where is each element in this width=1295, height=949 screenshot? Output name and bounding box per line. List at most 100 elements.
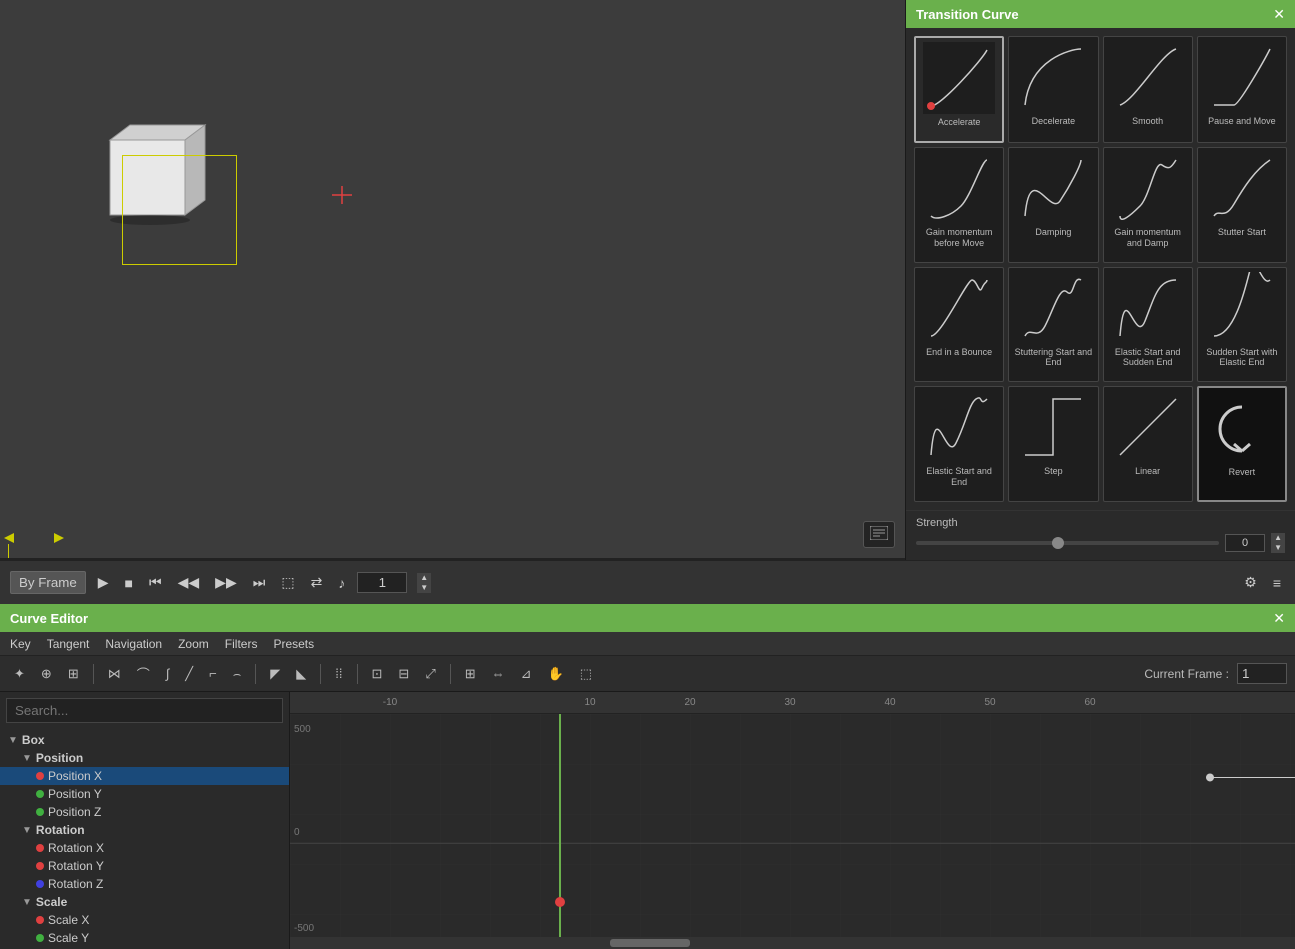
audio-button[interactable]: ♪ (334, 573, 349, 593)
first-frame-button[interactable]: ⏮ (145, 572, 166, 593)
curve-item-linear[interactable]: Linear (1103, 386, 1193, 502)
tool-tangent-break[interactable]: ⋈ (102, 663, 127, 685)
tree-label-scale-y: Scale Y (48, 931, 89, 945)
menu-item-presets[interactable]: Presets (273, 637, 314, 651)
curve-item-stutter-start-end[interactable]: Stuttering Start and End (1008, 267, 1098, 383)
tool-mirror[interactable]: ⇔ (486, 663, 511, 684)
curve-icon-sudden-elastic (1206, 272, 1278, 344)
tool-snap[interactable]: ⊞ (459, 663, 482, 685)
graph-area[interactable]: -10102030405060 500 0 -500 (290, 692, 1295, 949)
menu-item-tangent[interactable]: Tangent (47, 637, 90, 651)
bounce-button[interactable]: ⇄ (307, 572, 327, 593)
tree-item-box[interactable]: ▼Box (0, 731, 289, 749)
strength-spin[interactable]: ▲ ▼ (1271, 533, 1285, 553)
toolbar-sep-5 (450, 664, 451, 684)
tool-keys[interactable]: ⊿ (515, 663, 538, 685)
tool-select[interactable]: ✦ (8, 663, 31, 685)
tree-item-scale[interactable]: ▼Scale (0, 893, 289, 911)
transition-curve-grid: AccelerateDecelerateSmoothPause and Move… (906, 28, 1295, 510)
tool-tangent-auto[interactable]: ⌒ (131, 661, 156, 686)
tool-fit[interactable]: ⊡ (366, 663, 389, 685)
tool-flat[interactable]: ⌢ (227, 663, 248, 685)
curve-item-stutter-start[interactable]: Stutter Start (1197, 147, 1287, 263)
tree-item-rotation[interactable]: ▼Rotation (0, 821, 289, 839)
tree-label-rotation: Rotation (36, 823, 85, 837)
curve-item-gain-damp[interactable]: Gain momentum and Damp (1103, 147, 1193, 263)
tool-transform[interactable]: ⊕ (35, 663, 58, 685)
viewport-note-icon[interactable] (863, 521, 895, 548)
curve-search-input[interactable] (6, 698, 283, 723)
tree-dot-position-x (36, 772, 44, 780)
tool-tangent-smooth[interactable]: ∫ (160, 663, 176, 684)
play-button[interactable]: ▶ (94, 572, 113, 593)
tool-zoom-box[interactable]: ⬚ (574, 663, 598, 685)
menu-item-key[interactable]: Key (10, 637, 31, 651)
curve-editor-close-btn[interactable]: ✕ (1273, 610, 1285, 627)
prev-frame-button[interactable]: ◀◀ (174, 572, 204, 593)
curve-icon-end-bounce (923, 272, 995, 344)
ruler-tick-4: 30 (784, 697, 795, 708)
tree-item-scale-y[interactable]: Scale Y (0, 929, 289, 947)
curve-item-damping[interactable]: Damping (1008, 147, 1098, 263)
curve-item-decelerate[interactable]: Decelerate (1008, 36, 1098, 143)
curve-item-smooth[interactable]: Smooth (1103, 36, 1193, 143)
frame-number-input[interactable] (357, 572, 407, 593)
graph-scrollbar[interactable] (290, 937, 1295, 949)
stop-button[interactable]: ■ (121, 573, 137, 593)
curve-label-end-bounce: End in a Bounce (926, 347, 992, 358)
tree-label-scale: Scale (36, 895, 67, 909)
ruler-tick-3: 20 (684, 697, 695, 708)
tool-nodes[interactable]: ⁞⁞ (329, 663, 348, 684)
curve-label-stutter-start-end: Stuttering Start and End (1013, 347, 1093, 369)
curve-item-sudden-elastic[interactable]: Sudden Start with Elastic End (1197, 267, 1287, 383)
tree-item-rotation-x[interactable]: Rotation X (0, 839, 289, 857)
next-frame-button[interactable]: ▶▶ (211, 572, 241, 593)
menu-item-filters[interactable]: Filters (225, 637, 258, 651)
scrollbar-thumb[interactable] (610, 939, 690, 947)
tree-item-scale-x[interactable]: Scale X (0, 911, 289, 929)
curve-item-step[interactable]: Step (1008, 386, 1098, 502)
tree-label-rotation-z: Rotation Z (48, 877, 103, 891)
transition-close-btn[interactable]: ✕ (1273, 6, 1285, 23)
tree-item-rotation-y[interactable]: Rotation Y (0, 857, 289, 875)
strength-slider[interactable] (916, 541, 1219, 545)
pivot-crosshair (332, 186, 352, 207)
tool-ease-in[interactable]: ◤ (264, 663, 286, 685)
curve-item-end-bounce[interactable]: End in a Bounce (914, 267, 1004, 383)
tree-item-position-x[interactable]: Position X (0, 767, 289, 785)
curve-icon-damping (1017, 152, 1089, 224)
frame-down-btn[interactable]: ▼ (417, 583, 431, 593)
strength-value[interactable] (1225, 534, 1265, 552)
tree-label-position-y: Position Y (48, 787, 102, 801)
tool-ease-out[interactable]: ◣ (290, 663, 312, 685)
current-frame-input[interactable] (1237, 663, 1287, 684)
menu-item-navigation[interactable]: Navigation (105, 637, 162, 651)
tool-step[interactable]: ⌐ (203, 663, 223, 684)
tool-normalize[interactable]: ⊟ (392, 663, 415, 685)
loop-button[interactable]: ⬚ (277, 572, 298, 593)
curve-item-accelerate[interactable]: Accelerate (914, 36, 1004, 143)
curve-item-gain-momentum[interactable]: Gain momentum before Move (914, 147, 1004, 263)
curve-item-elastic-both[interactable]: Elastic Start and End (914, 386, 1004, 502)
tree-item-position-y[interactable]: Position Y (0, 785, 289, 803)
tool-pan[interactable]: ✋ (542, 663, 570, 685)
menu-item-zoom[interactable]: Zoom (178, 637, 209, 651)
tree-item-rotation-z[interactable]: Rotation Z (0, 875, 289, 893)
tool-expand[interactable]: ⤢ (419, 663, 441, 685)
ruler-tick-6: 50 (984, 697, 995, 708)
curve-label-sudden-elastic: Sudden Start with Elastic End (1202, 347, 1282, 369)
curve-item-revert[interactable]: Revert (1197, 386, 1287, 502)
playhead-indicator (8, 544, 9, 558)
tree-item-position-z[interactable]: Position Z (0, 803, 289, 821)
curve-item-pause-move[interactable]: Pause and Move (1197, 36, 1287, 143)
tool-linear[interactable]: ╱ (179, 663, 199, 685)
frame-up-btn[interactable]: ▲ (417, 573, 431, 583)
timeline-button[interactable]: ≡ (1269, 573, 1285, 593)
curve-item-elastic-sudden[interactable]: Elastic Start and Sudden End (1103, 267, 1193, 383)
curve-icon-linear (1112, 391, 1184, 463)
settings-button[interactable]: ⚙ (1240, 572, 1261, 593)
tool-layer[interactable]: ⊞ (62, 663, 85, 685)
tree-item-position[interactable]: ▼Position (0, 749, 289, 767)
last-frame-button[interactable]: ⏭ (249, 572, 270, 593)
by-frame-button[interactable]: By Frame (10, 571, 86, 594)
